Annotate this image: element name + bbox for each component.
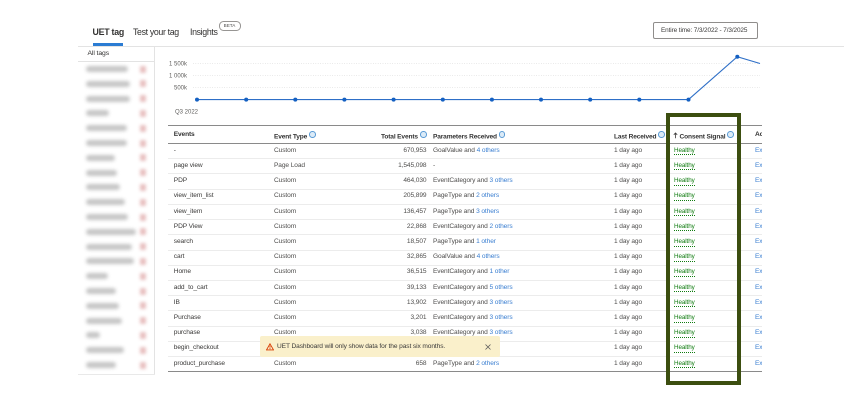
svg-text:1 000k: 1 000k (169, 74, 188, 80)
svg-text:500k: 500k (174, 86, 188, 92)
svg-text:1 500k: 1 500k (169, 62, 188, 68)
svg-text:Q3 2022: Q3 2022 (175, 110, 199, 116)
